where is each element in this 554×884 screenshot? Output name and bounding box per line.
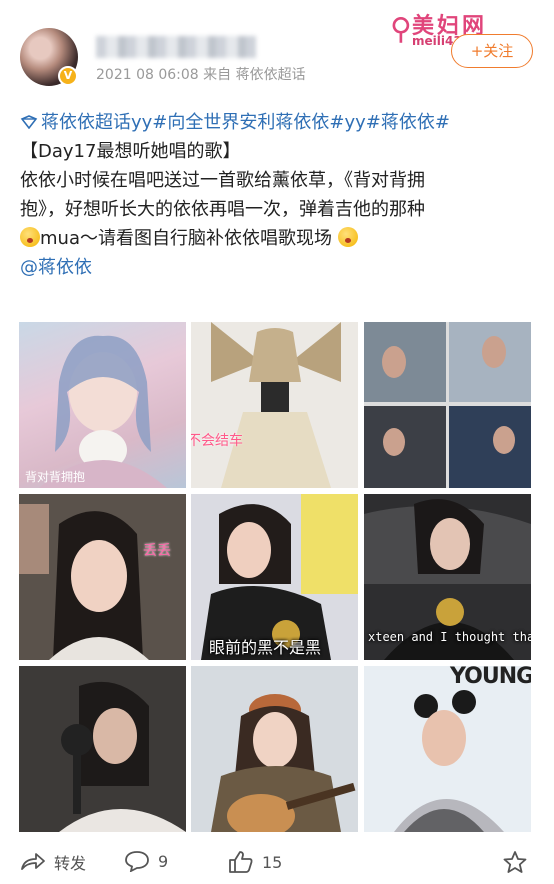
image-dress-photo[interactable]: 不会结车: [191, 322, 358, 488]
star-icon: [503, 851, 527, 873]
image-caption: 眼前的黑不是黑: [209, 638, 322, 657]
post-time: 2021 08 06:08: [96, 67, 199, 83]
image-collage[interactable]: [364, 322, 531, 488]
hashtag-links[interactable]: yy#向全世界安利蒋依依#yy#蒋依依#: [131, 112, 450, 133]
image-singing[interactable]: [19, 666, 186, 832]
post-meta: 2021 08 06:08 来自 蒋依依超话: [96, 64, 306, 84]
post-content: 蒋依依超话yy#向全世界安利蒋依依#yy#蒋依依# 【Day17最想听她唱的歌】…: [20, 108, 536, 282]
post-source[interactable]: 来自 蒋依依超话: [203, 67, 305, 83]
post-line-1: 依依小时候在唱吧送过一首歌给薰依草，《背对背拥: [20, 170, 425, 191]
topic-line: 蒋依依超话yy#向全世界安利蒋依依#yy#蒋依依#: [20, 108, 536, 137]
repost-button[interactable]: 转发: [20, 850, 86, 874]
like-count: 15: [262, 852, 283, 872]
repost-icon: [21, 853, 45, 870]
image-sofa[interactable]: xteen and I thought that you a b: [364, 494, 531, 660]
post-title: 【Day17最想听她唱的歌】: [20, 141, 241, 162]
verified-badge-icon: V: [58, 66, 78, 86]
mention-link[interactable]: @蒋依依: [20, 253, 536, 282]
username[interactable]: B: [96, 36, 256, 58]
image-caption: xteen and I thought that you a b: [368, 630, 531, 644]
comment-button[interactable]: 9: [124, 850, 168, 872]
image-caption: 丢丢: [143, 543, 171, 559]
image-caption: YOUNG: [450, 666, 531, 689]
supertopic-icon: [20, 115, 38, 129]
image-grid: 背对背拥抱 不会结车 丢丢 眼前的黑不是黑 xteen and I though…: [19, 322, 531, 832]
image-sub-caption: 背对背拥抱: [25, 470, 86, 484]
image-anime-girl[interactable]: 背对背拥抱: [19, 322, 186, 488]
action-bar: 转发 9 15: [0, 846, 554, 882]
image-guitar[interactable]: [191, 666, 358, 832]
post-line-3: mua～请看图自行脑补依依唱歌现场: [20, 224, 536, 253]
repost-label: 转发: [54, 854, 87, 873]
image-caption: 不会结车: [191, 433, 243, 449]
supertopic-link[interactable]: 蒋依依超话: [41, 112, 131, 133]
image-makeup[interactable]: 丢丢: [19, 494, 186, 660]
image-gesture[interactable]: 眼前的黑不是黑: [191, 494, 358, 660]
comment-count: 9: [158, 851, 169, 871]
post-header: V B 2021 08 06:08 来自 蒋依依超话 +关注: [0, 0, 554, 100]
post-line-2: 抱》，好想听长大的依依再唱一次，弹着吉他的那种: [20, 199, 425, 220]
laugh-emoji-icon: [337, 227, 358, 247]
like-button[interactable]: 15: [228, 850, 282, 874]
comment-icon: [125, 851, 149, 872]
thumbs-up-icon: [229, 851, 253, 873]
follow-button[interactable]: +关注: [451, 34, 533, 68]
image-young[interactable]: YOUNG: [364, 666, 531, 832]
kiss-emoji-icon: [20, 227, 40, 247]
favorite-button[interactable]: [502, 850, 536, 874]
